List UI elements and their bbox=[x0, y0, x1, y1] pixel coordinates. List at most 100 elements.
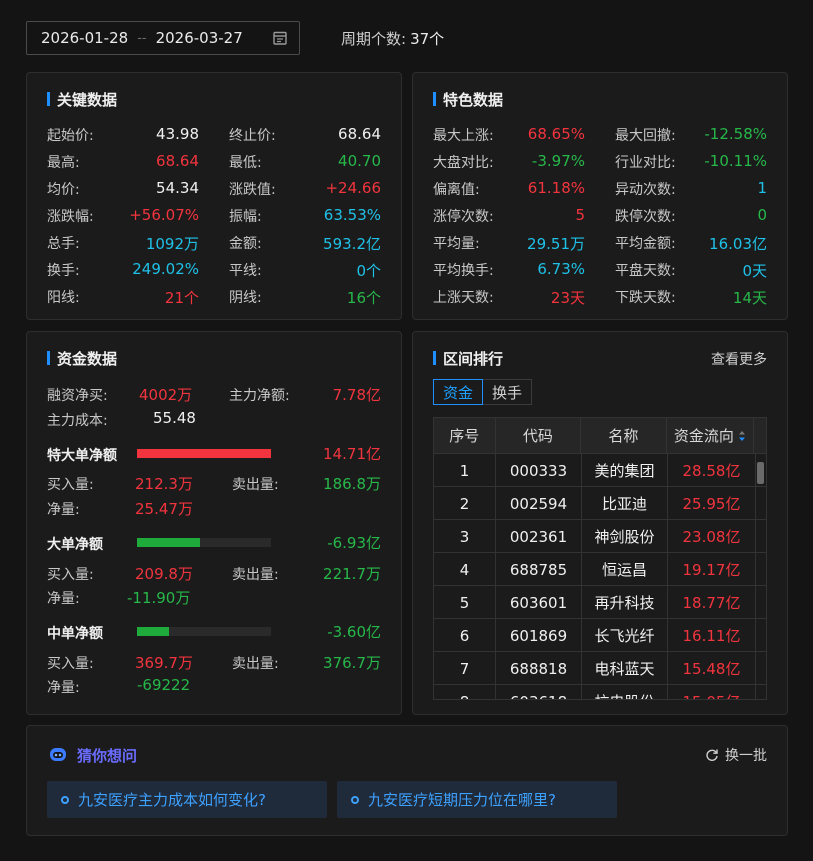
table-header: 序号 代码 名称 资金流向 bbox=[434, 418, 766, 453]
buy-label: 买入量: bbox=[47, 567, 94, 583]
kv-label: 总手: bbox=[47, 236, 80, 252]
row-flow: 28.58亿 bbox=[668, 454, 756, 487]
row-flow: 15.48亿 bbox=[668, 652, 756, 685]
net-bar-fill bbox=[137, 627, 170, 636]
row-name: 电科蓝天 bbox=[582, 652, 668, 685]
kv-value: 21个 bbox=[164, 289, 199, 307]
sell-value: 376.7万 bbox=[323, 654, 381, 672]
kv-value: 249.02% bbox=[132, 260, 199, 278]
question-text: 九安医疗主力成本如何变化? bbox=[78, 791, 266, 809]
kv-label: 涨停次数: bbox=[433, 209, 494, 225]
table-scrollbar[interactable] bbox=[757, 462, 764, 484]
net-value: -11.90万 bbox=[127, 589, 191, 607]
net-label: 净量: bbox=[47, 591, 80, 607]
group-amount: -6.93亿 bbox=[327, 534, 381, 552]
guess-panel: 猜你想问 换一批 九安医疗主力成本如何变化? 九安医疗短期压力位在哪里? bbox=[26, 725, 788, 836]
row-code: 002361 bbox=[496, 520, 582, 553]
kv-value: 40.70 bbox=[338, 152, 381, 170]
kv-label: 最高: bbox=[47, 155, 80, 171]
row-flow: 25.95亿 bbox=[668, 487, 756, 520]
kv-value: 14天 bbox=[732, 289, 767, 307]
net-value: 25.47万 bbox=[135, 500, 193, 518]
refresh-button[interactable]: 换一批 bbox=[705, 745, 767, 765]
row-name: 美的集团 bbox=[582, 454, 668, 487]
kv-value: 593.2亿 bbox=[323, 235, 381, 253]
row-rank: 6 bbox=[434, 619, 496, 652]
buy-label: 买入量: bbox=[47, 656, 94, 672]
row-rank: 4 bbox=[434, 553, 496, 586]
period-label: 周期个数: bbox=[341, 30, 407, 48]
table-row[interactable]: 2 002594 比亚迪 25.95亿 bbox=[434, 486, 766, 520]
view-more-link[interactable]: 查看更多 bbox=[711, 349, 767, 369]
kv-label: 平均换手: bbox=[433, 263, 494, 279]
table-row[interactable]: 6 601869 长飞光纤 16.11亿 bbox=[434, 618, 766, 652]
kv-label: 最低: bbox=[229, 155, 262, 171]
ranking-table: 序号 代码 名称 资金流向 1 000333 美的集团 28.58亿 2 002… bbox=[433, 417, 767, 700]
row-name: 长飞光纤 bbox=[582, 619, 668, 652]
period-count: 周期个数: 37个 bbox=[341, 28, 444, 49]
feature-data-title: 特色数据 bbox=[433, 89, 503, 110]
kv-label: 阴线: bbox=[229, 290, 262, 306]
ranking-tabs: 资金 换手 bbox=[433, 379, 533, 405]
col-name: 名称 bbox=[581, 418, 667, 453]
date-range-picker[interactable]: 2026-01-28 -- 2026-03-27 bbox=[26, 21, 300, 55]
kv-value: 0个 bbox=[356, 262, 381, 280]
kv-value: -12.58% bbox=[704, 125, 767, 143]
table-row[interactable]: 1 000333 美的集团 28.58亿 bbox=[434, 453, 766, 487]
row-name: 神剑股份 bbox=[582, 520, 668, 553]
kv-label: 行业对比: bbox=[615, 155, 676, 171]
kv-label: 平均量: bbox=[433, 236, 480, 252]
col-flow-label: 资金流向 bbox=[673, 427, 734, 445]
row-rank: 5 bbox=[434, 586, 496, 619]
header-spacer bbox=[754, 418, 766, 453]
kv-label: 振幅: bbox=[229, 209, 262, 225]
refresh-label: 换一批 bbox=[725, 748, 767, 764]
row-code: 603601 bbox=[496, 586, 582, 619]
kv-value: +24.66 bbox=[325, 179, 381, 197]
kv-value: 0天 bbox=[742, 262, 767, 280]
main-net-label: 主力净额: bbox=[229, 388, 290, 404]
buy-value: 369.7万 bbox=[135, 654, 193, 672]
question-chip[interactable]: 九安医疗短期压力位在哪里? bbox=[337, 781, 617, 818]
row-name: 比亚迪 bbox=[582, 487, 668, 520]
calendar-icon[interactable] bbox=[272, 30, 288, 46]
question-dot-icon bbox=[61, 795, 69, 804]
table-row[interactable]: 3 002361 神剑股份 23.08亿 bbox=[434, 519, 766, 553]
col-rank: 序号 bbox=[434, 418, 496, 453]
kv-label: 平线: bbox=[229, 263, 262, 279]
kv-value: -10.11% bbox=[704, 152, 767, 170]
table-row[interactable]: 7 688818 电科蓝天 15.48亿 bbox=[434, 651, 766, 685]
capital-data-title: 资金数据 bbox=[47, 348, 117, 369]
buy-label: 买入量: bbox=[47, 477, 94, 493]
kv-label: 阳线: bbox=[47, 290, 80, 306]
net-label: 净量: bbox=[47, 502, 80, 518]
key-data-panel: 关键数据 起始价: 43.98 最高: 68.64 均价: 54.34 涨跌幅: +56… bbox=[26, 72, 402, 320]
kv-label: 平盘天数: bbox=[615, 263, 676, 279]
table-row[interactable]: 5 603601 再升科技 18.77亿 bbox=[434, 585, 766, 619]
feature-data-panel: 特色数据 最大上涨: 68.65% 大盘对比: -3.97% 偏离值: 61.18% … bbox=[412, 72, 788, 320]
tab-turnover[interactable]: 换手 bbox=[483, 379, 533, 405]
kv-value: 23天 bbox=[550, 289, 585, 307]
sort-icon[interactable] bbox=[738, 430, 746, 442]
kv-label: 换手: bbox=[47, 263, 80, 279]
table-row[interactable]: 4 688785 恒运昌 19.17亿 bbox=[434, 552, 766, 586]
row-rank: 3 bbox=[434, 520, 496, 553]
ranking-panel: 区间排行 查看更多 资金 换手 序号 代码 名称 资金流向 1 000333 美… bbox=[412, 331, 788, 715]
net-bar-fill bbox=[137, 449, 271, 458]
tab-capital[interactable]: 资金 bbox=[433, 379, 484, 405]
col-code: 代码 bbox=[496, 418, 582, 453]
buy-value: 212.3万 bbox=[135, 475, 193, 493]
start-date: 2026-01-28 bbox=[41, 29, 129, 47]
col-flow[interactable]: 资金流向 bbox=[667, 418, 755, 453]
main-cost-value: 55.48 bbox=[153, 409, 196, 427]
table-row[interactable]: 8 603618 杭电股份 15.05亿 bbox=[434, 684, 766, 699]
group-name: 中单净额 bbox=[47, 626, 103, 642]
kv-value: 6.73% bbox=[537, 260, 585, 278]
kv-label: 涨跌值: bbox=[229, 182, 276, 198]
end-date: 2026-03-27 bbox=[155, 29, 243, 47]
main-cost-label: 主力成本: bbox=[47, 413, 108, 429]
question-chip[interactable]: 九安医疗主力成本如何变化? bbox=[47, 781, 327, 818]
guess-title: 猜你想问 bbox=[77, 747, 138, 765]
row-code: 002594 bbox=[496, 487, 582, 520]
kv-label: 最大回撤: bbox=[615, 128, 676, 144]
